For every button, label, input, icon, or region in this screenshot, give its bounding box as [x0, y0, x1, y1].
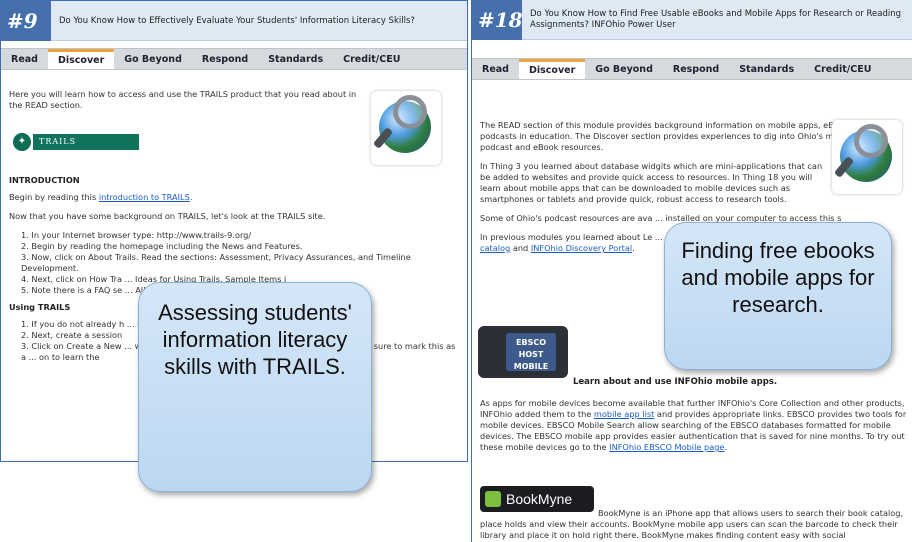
tab-credit[interactable]: Credit/CEU	[333, 49, 410, 69]
tab-standards[interactable]: Standards	[258, 49, 333, 69]
intro-text: Here you will learn how to access and us…	[9, 89, 357, 110]
bookmyne-paragraph: BookMyne is an iPhone app that allows us…	[480, 508, 904, 540]
bookmyne-logo: BookMyne	[480, 486, 594, 512]
introduction-heading: INTRODUCTION	[9, 175, 80, 185]
mobile-app-list-link[interactable]: mobile app list	[594, 409, 654, 419]
tab-go-beyond[interactable]: Go Beyond	[585, 59, 663, 79]
list-item: 3. Now, click on About Trails. Read the …	[21, 252, 411, 273]
tab-read[interactable]: Read	[1, 49, 48, 69]
module-header: #18 Do You Know How to Find Free Usable …	[472, 0, 912, 40]
ebsco-mobile-logo: EBSCO HOST MOBILE	[478, 326, 568, 378]
learn-heading: Learn about and use INFOhio mobile apps.	[573, 377, 778, 387]
tab-credit[interactable]: Credit/CEU	[804, 59, 881, 79]
magnifier-globe-icon	[832, 120, 902, 194]
paragraph: In Thing 3 you learned about database wi…	[480, 161, 823, 204]
magnifier-globe-icon	[371, 91, 441, 165]
trails-logo: ✦ TRAILS	[13, 133, 139, 151]
discovery-portal-link[interactable]: INFOhio Discovery Portal	[531, 243, 632, 253]
trails-intro-link[interactable]: introduction to TRAILS	[99, 192, 190, 202]
apps-content: As apps for mobile devices become availa…	[480, 398, 908, 461]
begin-paragraph: Begin by reading this introduction to TR…	[9, 192, 193, 202]
list-item: 1. In your Internet browser type: http:/…	[21, 230, 252, 240]
bookmyne-icon	[485, 491, 501, 507]
module-title: Do You Know How to Find Free Usable eBoo…	[530, 9, 902, 30]
paragraph: As apps for mobile devices become availa…	[480, 398, 907, 452]
tab-standards[interactable]: Standards	[729, 59, 804, 79]
tab-go-beyond[interactable]: Go Beyond	[114, 49, 192, 69]
background-paragraph: Now that you have some background on TRA…	[9, 211, 326, 221]
tab-read[interactable]: Read	[472, 59, 519, 79]
tab-discover[interactable]: Discover	[518, 59, 586, 79]
module-tabs: Read Discover Go Beyond Respond Standard…	[1, 48, 467, 70]
tab-discover[interactable]: Discover	[47, 49, 115, 69]
list-item: 2. Begin by reading the homepage includi…	[21, 241, 303, 251]
tab-respond[interactable]: Respond	[663, 59, 729, 79]
module-number: #9	[1, 1, 51, 41]
module-title: Do You Know How to Effectively Evaluate …	[59, 15, 415, 26]
callout-bubble-right: Finding free ebooks and mobile apps for …	[664, 222, 892, 370]
catalog-link[interactable]: catalog	[480, 243, 510, 253]
module-tabs: Read Discover Go Beyond Respond Standard…	[472, 58, 912, 80]
module-header: #9 Do You Know How to Effectively Evalua…	[1, 1, 467, 41]
module-number: #18	[472, 0, 523, 40]
callout-bubble-left: Assessing students' information literacy…	[138, 282, 372, 492]
ebsco-mobile-page-link[interactable]: INFOhio EBSCO Mobile page	[609, 442, 724, 452]
tab-respond[interactable]: Respond	[192, 49, 258, 69]
